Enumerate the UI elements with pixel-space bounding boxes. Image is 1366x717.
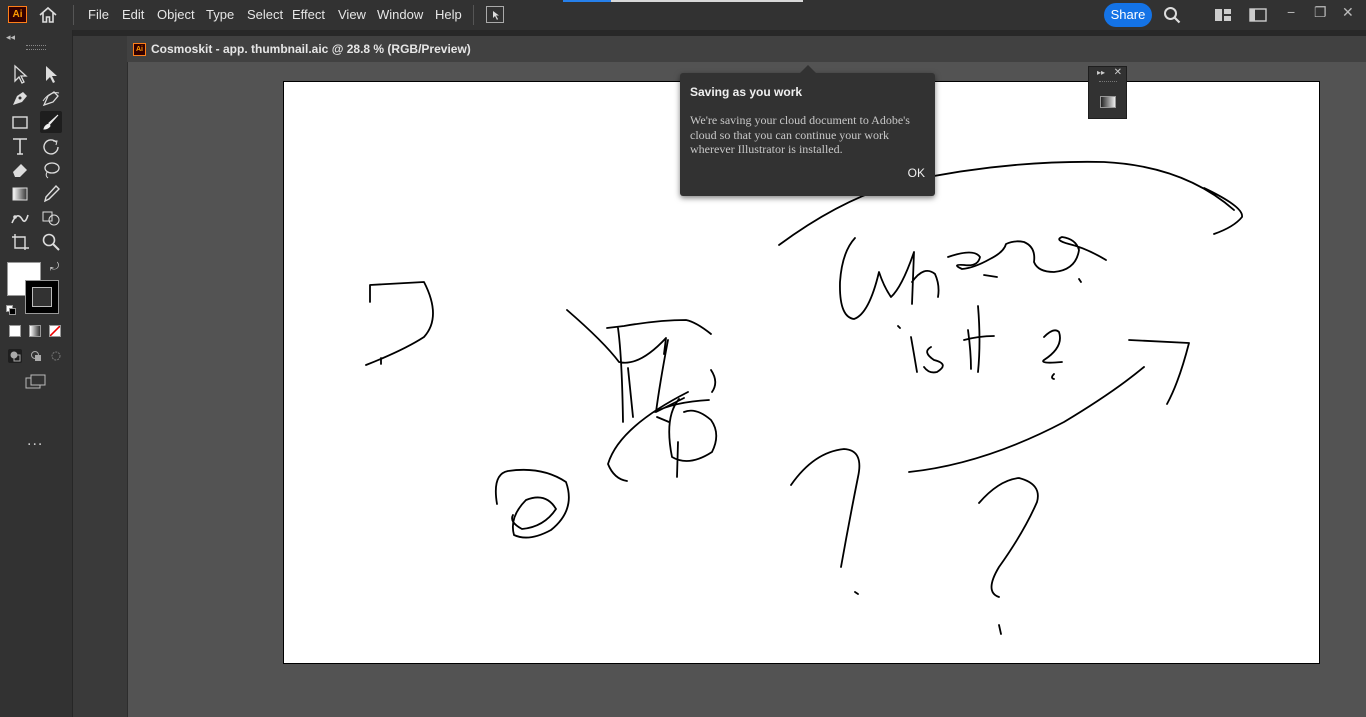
artboard-tool-icon[interactable] [9, 231, 31, 253]
eyedropper-tool-icon[interactable] [40, 183, 62, 205]
restore-button[interactable]: ❐ [1314, 4, 1327, 21]
lasso-tool-icon[interactable] [40, 159, 62, 181]
menu-select[interactable]: Select [247, 7, 283, 22]
swap-fill-stroke-icon[interactable]: ⤾ [50, 261, 59, 274]
document-border [127, 62, 128, 717]
change-screen-mode-icon[interactable] [25, 374, 47, 390]
illustrator-logo: Ai [8, 6, 27, 23]
menu-edit[interactable]: Edit [122, 7, 144, 22]
search-icon[interactable] [1163, 6, 1181, 24]
sync-progress-fill [563, 0, 611, 2]
edit-toolbar-icon[interactable]: ... [27, 432, 43, 450]
panel-grip[interactable] [1099, 81, 1117, 85]
menu-effect[interactable]: Effect [292, 7, 325, 22]
share-button[interactable]: Share [1104, 3, 1152, 27]
color-mode-icon[interactable] [9, 325, 21, 337]
curvature-tool-icon[interactable] [40, 87, 62, 109]
expand-panel-icon[interactable]: ▸▸ [1097, 68, 1105, 77]
tooltip-body: We're saving your cloud document to Adob… [690, 113, 910, 156]
floating-panel: ▸▸ ✕ [1088, 66, 1127, 119]
workspace-switcher-icon[interactable] [1249, 8, 1267, 22]
menu-view[interactable]: View [338, 7, 366, 22]
rotate-tool-icon[interactable] [40, 135, 62, 157]
document-title: Cosmoskit - app. thumbnail.aic @ 28.8 % … [151, 42, 471, 56]
draw-inside-icon[interactable] [49, 349, 63, 363]
shape-builder-tool-icon[interactable] [40, 207, 62, 229]
workspace-layout-icon[interactable] [1214, 8, 1232, 22]
tooltip-ok-button[interactable]: OK [908, 166, 925, 180]
saving-tooltip: Saving as you work We're saving your clo… [680, 65, 935, 196]
menu-file[interactable]: File [88, 7, 109, 22]
zoom-tool-icon[interactable] [40, 231, 62, 253]
menu-divider [73, 5, 74, 25]
document-tab[interactable]: Ai Cosmoskit - app. thumbnail.aic @ 28.8… [127, 36, 1366, 62]
type-tool-icon[interactable] [9, 135, 31, 157]
gradient-tool-icon[interactable] [9, 183, 31, 205]
draw-behind-icon[interactable] [29, 349, 43, 363]
arrange-documents-icon[interactable] [486, 6, 504, 23]
menu-bar: Ai File Edit Object Type Select Effect V… [0, 0, 1366, 30]
rectangle-tool-icon[interactable] [9, 111, 31, 133]
menu-type[interactable]: Type [206, 7, 234, 22]
menu-divider [473, 5, 474, 25]
collapse-panel-icon[interactable]: ◂◂ [6, 32, 15, 43]
gradient-mode-icon[interactable] [29, 325, 41, 337]
direct-selection-tool-icon[interactable] [40, 63, 62, 85]
paintbrush-tool-icon[interactable] [40, 111, 62, 133]
menu-window[interactable]: Window [377, 7, 423, 22]
selection-tool-icon[interactable] [9, 63, 31, 85]
default-fill-stroke-icon[interactable] [6, 302, 16, 315]
minimize-button[interactable]: − [1287, 4, 1295, 20]
eraser-tool-icon[interactable] [9, 159, 31, 181]
toolbar-grip[interactable] [26, 45, 46, 50]
draw-normal-icon[interactable] [8, 349, 22, 363]
menu-object[interactable]: Object [157, 7, 195, 22]
document-type-icon: Ai [133, 43, 146, 56]
gradient-panel-icon[interactable] [1100, 96, 1116, 108]
tools-panel: ◂◂ ⤾ ... [0, 30, 73, 717]
stroke-color-swatch[interactable] [25, 280, 59, 314]
canvas-left-gutter [73, 36, 127, 717]
none-mode-icon[interactable] [49, 325, 61, 337]
sync-progress-bar [563, 0, 803, 2]
close-window-button[interactable]: ✕ [1342, 4, 1354, 21]
puppet-warp-tool-icon[interactable] [9, 207, 31, 229]
close-panel-icon[interactable]: ✕ [1114, 67, 1122, 78]
home-icon[interactable] [38, 6, 58, 24]
tooltip-title: Saving as you work [690, 85, 803, 99]
menu-help[interactable]: Help [435, 7, 462, 22]
pen-tool-icon[interactable] [9, 87, 31, 109]
